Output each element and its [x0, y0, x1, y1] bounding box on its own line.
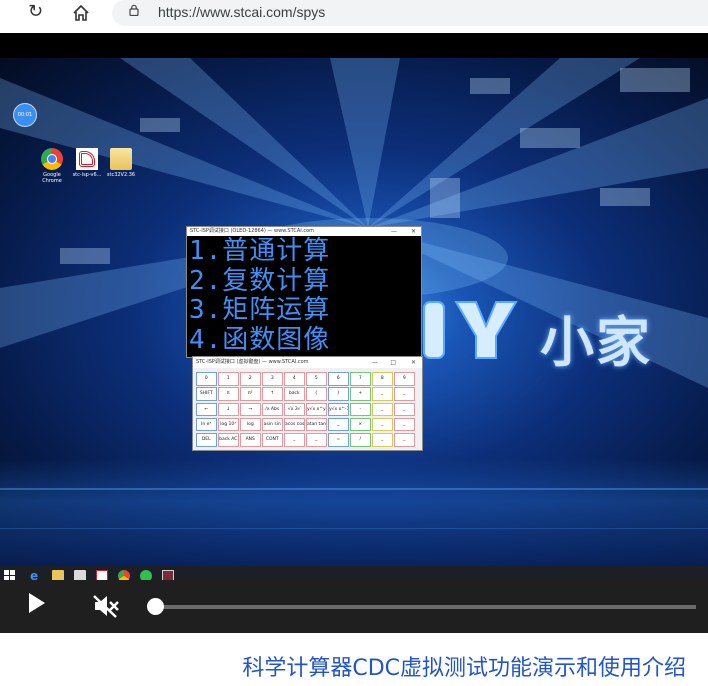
desktop-icon-label: stc-isp-v6... [72, 172, 102, 178]
keypad-key[interactable]: y√x x^y [306, 402, 327, 417]
keypad-key[interactable]: → [240, 402, 261, 417]
keypad-key[interactable]: y√x x^-1 [328, 402, 349, 417]
chrome-icon [41, 148, 63, 170]
keypad-key[interactable]: 0 [196, 372, 217, 386]
keypad-key[interactable]: back [284, 387, 305, 401]
keypad-key[interactable]: 3 [262, 372, 283, 386]
keypad-key[interactable]: / [350, 433, 371, 447]
keypad-key[interactable]: 1 [218, 372, 239, 386]
folder-icon [110, 148, 132, 170]
recording-timer-badge: 00:01 [13, 103, 37, 127]
keypad-key[interactable]: CONT [262, 433, 283, 447]
oled-menu-line: 3.矩阵运算 [189, 295, 331, 325]
keypad-key[interactable]: × [350, 417, 371, 432]
keypad-key[interactable]: log 10ˣ [218, 417, 239, 432]
keypad-key[interactable]: ( [306, 387, 327, 401]
lock-icon [129, 4, 139, 16]
window-title-bar[interactable]: STC-ISP调试接口 (虚拟键盘) — www.STCAI.com — □ ✕ [193, 357, 422, 368]
window-title-bar[interactable]: STC-ISP调试接口 (OLED-12864) — www.STCAI.com… [187, 227, 421, 236]
keypad-key[interactable]: ↑ [262, 387, 283, 401]
keypad-key[interactable]: SHIFT [196, 387, 217, 401]
keypad-grid: 0 1 2 3 4 5 6 7 8 9 SHIFT π π² ↑ back() + _ _ ← ↓ →/x Abs √x … [196, 372, 415, 447]
oled-screen: 1.普通计算 2.复数计算 3.矩阵运算 4.函数图像 [187, 236, 421, 355]
maximize-icon[interactable]: □ [390, 357, 396, 368]
keypad-key[interactable]: _ [394, 417, 415, 432]
oled-debug-window[interactable]: STC-ISP调试接口 (OLED-12864) — www.STCAI.com… [186, 226, 422, 358]
play-button[interactable] [29, 593, 45, 613]
keypad-key[interactable]: ← [196, 402, 217, 417]
keypad-key[interactable]: 6 [328, 372, 349, 386]
keypad-key[interactable]: 7 [350, 372, 371, 386]
keypad-key[interactable]: _ [372, 417, 393, 432]
keypad-key[interactable]: π [218, 387, 239, 401]
keypad-key[interactable]: 8 [372, 372, 393, 386]
keypad-key[interactable]: ln eˣ [196, 417, 217, 432]
keypad-key[interactable]: log [240, 417, 261, 432]
desktop-icon-chrome[interactable]: Google Chrome [37, 148, 67, 184]
home-icon[interactable] [72, 1, 90, 28]
oled-menu-line: 4.函数图像 [189, 324, 331, 355]
keypad-key[interactable]: 2 [240, 372, 261, 386]
video-player[interactable]: 00:01 Google Chrome stc-isp-v6... stc32V… [0, 33, 708, 633]
reload-icon[interactable]: ↻ [28, 1, 43, 23]
keypad-key[interactable]: _ [372, 387, 393, 401]
desktop-icon-label: Google Chrome [42, 172, 62, 184]
keypad-key[interactable]: _ [394, 433, 415, 447]
oled-menu-line: 1.普通计算 [189, 236, 331, 266]
keypad-key[interactable]: + [350, 387, 371, 401]
seek-thumb[interactable] [147, 598, 164, 615]
player-controls [0, 580, 708, 633]
keypad-key[interactable]: ↓ [218, 402, 239, 417]
minimize-icon[interactable]: — [391, 227, 397, 236]
keypad-key[interactable]: - [350, 402, 371, 417]
oled-menu-line: 2.复数计算 [189, 265, 331, 296]
desktop-icon-folder[interactable]: stc32V2.36 [106, 148, 136, 178]
keypad-key[interactable]: = [328, 433, 349, 447]
close-icon[interactable]: ✕ [411, 357, 416, 368]
stc-isp-icon [76, 148, 98, 170]
keypad-key[interactable]: ) [328, 387, 349, 401]
desktop-icon-label: stc32V2.36 [106, 172, 136, 178]
keypad-key[interactable]: ANS [240, 433, 261, 447]
keypad-key[interactable]: 4 [284, 372, 305, 386]
keypad-key[interactable]: _ [328, 417, 349, 432]
background-floor-glow [0, 458, 708, 566]
muted-speaker-icon[interactable] [92, 594, 120, 618]
logo-text: 小家 [540, 311, 652, 374]
keypad-key[interactable]: _ [394, 387, 415, 401]
keypad-key[interactable]: atan tan [306, 417, 327, 432]
browser-toolbar: ↻ https://www.stcai.com/spys [0, 0, 708, 26]
keypad-key[interactable]: π² [240, 387, 261, 401]
keypad-key[interactable]: DEL [196, 433, 217, 447]
keypad-key[interactable]: 5 [306, 372, 327, 386]
keypad-key[interactable]: _ [284, 433, 305, 447]
seek-bar[interactable] [156, 605, 696, 609]
virtual-keypad-window[interactable]: STC-ISP调试接口 (虚拟键盘) — www.STCAI.com — □ ✕… [192, 356, 423, 451]
desktop-icon-stc-isp[interactable]: stc-isp-v6... [72, 148, 102, 178]
keypad-key[interactable]: _ [394, 402, 415, 417]
address-bar[interactable]: https://www.stcai.com/spys [112, 0, 708, 26]
keypad-key[interactable]: back AC [218, 433, 239, 447]
window-title: STC-ISP调试接口 (OLED-12864) — www.STCAI.com [190, 228, 314, 234]
minimize-icon[interactable]: — [372, 357, 378, 368]
keypad-key[interactable]: 9 [394, 372, 415, 386]
window-title: STC-ISP调试接口 (虚拟键盘) — www.STCAI.com [196, 359, 309, 365]
video-frame-desktop: 00:01 Google Chrome stc-isp-v6... stc32V… [0, 58, 708, 566]
keypad-key[interactable]: acos cos [284, 417, 305, 432]
keypad-key[interactable]: /x Abs [262, 402, 283, 417]
url-text[interactable]: https://www.stcai.com/spys [158, 4, 325, 20]
close-icon[interactable]: ✕ [411, 227, 416, 236]
video-caption: 科学计算器CDC虚拟测试功能演示和使用介绍 [242, 656, 686, 681]
keypad-key[interactable]: √x 3√ [284, 402, 305, 417]
keypad-key[interactable]: _ [306, 433, 327, 447]
keypad-key[interactable]: _ [372, 402, 393, 417]
keypad-key[interactable]: _ [372, 433, 393, 447]
keypad-key[interactable]: asin sin [262, 417, 283, 432]
diy-logo: 小家 [420, 290, 680, 374]
diy-logo-mark [423, 301, 518, 359]
